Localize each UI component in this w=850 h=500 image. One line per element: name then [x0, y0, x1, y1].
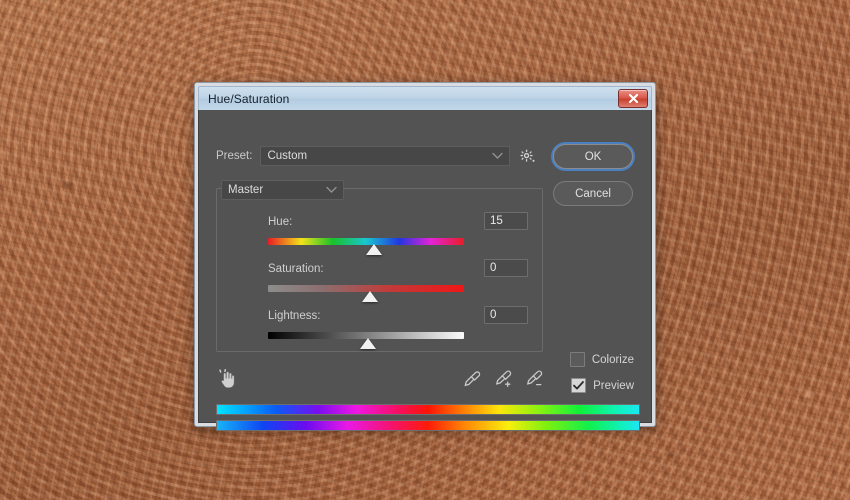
eyedropper-icon — [464, 371, 481, 387]
close-button[interactable] — [618, 89, 648, 108]
lightness-label: Lightness: — [268, 310, 321, 322]
eyedropper-add-button[interactable] — [494, 370, 513, 389]
hue-slider-thumb[interactable] — [365, 244, 382, 255]
original-hue-spectrum-bar — [216, 404, 640, 415]
hue-slider-track-wrap[interactable] — [268, 238, 464, 256]
preset-options-button[interactable] — [518, 147, 536, 165]
saturation-label: Saturation: — [268, 263, 324, 275]
preset-row: Preset: Custom — [216, 146, 536, 166]
preview-label: Preview — [593, 379, 634, 392]
lightness-input[interactable] — [484, 306, 528, 324]
chevron-down-icon — [492, 152, 504, 159]
dialog-titlebar[interactable]: Hue/Saturation — [198, 86, 652, 110]
preset-dropdown[interactable]: Custom — [260, 146, 511, 166]
cancel-button[interactable]: Cancel — [553, 181, 633, 206]
preview-checkbox-row[interactable]: Preview — [571, 378, 634, 393]
hue-label: Hue: — [268, 216, 293, 228]
hue-input[interactable] — [484, 212, 528, 230]
preview-checkbox[interactable] — [571, 378, 587, 393]
saturation-slider-thumb[interactable] — [361, 291, 378, 302]
spectrum-gradient — [217, 405, 639, 414]
colorize-label: Colorize — [591, 353, 634, 366]
close-x-icon — [628, 93, 638, 104]
chevron-down-icon — [326, 186, 337, 193]
eyedropper-add-icon — [495, 370, 512, 387]
eyedropper-group — [463, 370, 544, 389]
hue-saturation-dialog: Hue/Saturation Preset: Custom OK Cancel … — [194, 82, 656, 431]
gear-icon — [520, 149, 535, 162]
dialog-body: Preset: Custom OK Cancel Master Hue: 15 … — [198, 110, 652, 431]
eyedropper-subtract-button[interactable] — [525, 370, 544, 389]
colorize-checkbox[interactable] — [569, 352, 585, 367]
hand-pointer-icon — [219, 369, 235, 388]
eyedropper-subtract-icon — [526, 370, 543, 386]
ok-button[interactable]: OK — [553, 144, 633, 169]
adjusted-hue-spectrum-bar[interactable] — [216, 420, 640, 431]
eyedropper-button[interactable] — [463, 370, 482, 389]
channel-dropdown[interactable]: Master — [221, 180, 344, 200]
spectrum-gradient — [217, 421, 639, 430]
lightness-slider-thumb[interactable] — [359, 338, 376, 349]
colorize-checkbox-row[interactable]: Colorize — [569, 352, 634, 367]
lightness-slider-track-wrap[interactable] — [268, 332, 464, 350]
saturation-slider-track-wrap[interactable] — [268, 285, 464, 303]
checkmark-icon — [573, 381, 584, 390]
dialog-title: Hue/Saturation — [208, 91, 290, 106]
targeted-adjustment-tool-button[interactable] — [215, 368, 237, 390]
preset-value: Custom — [267, 150, 308, 162]
channel-value: Master — [228, 184, 264, 196]
saturation-input[interactable] — [484, 259, 528, 277]
preset-label: Preset: — [216, 150, 253, 162]
